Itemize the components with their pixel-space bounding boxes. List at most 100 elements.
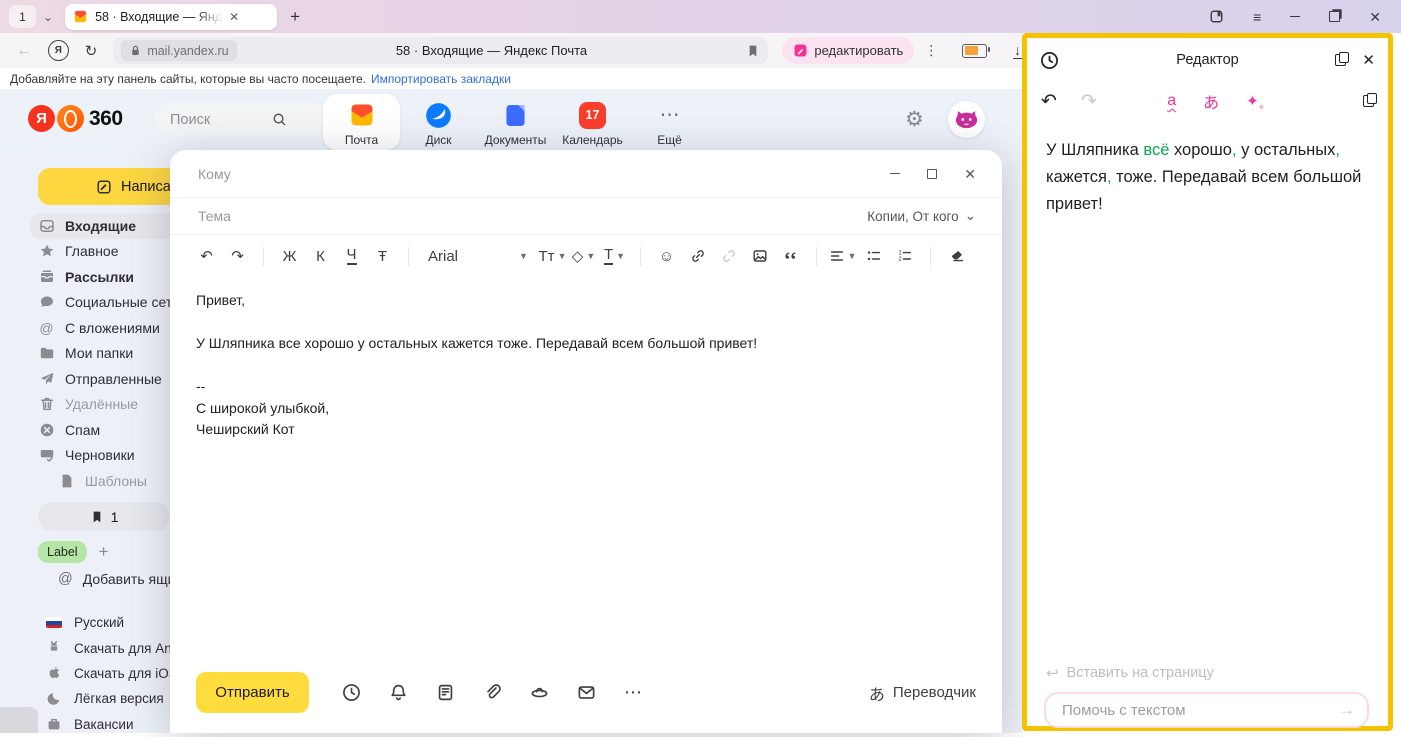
service-item-more[interactable]: ⋯Ещё (631, 94, 708, 150)
service-item-mail[interactable]: Почта (323, 94, 400, 150)
back-button-icon[interactable]: ← (16, 42, 32, 60)
corrected-text[interactable]: У Шляпника всё хорошо, у остальных, каже… (1046, 137, 1371, 218)
add-mailbox-link[interactable]: @ Добавить ящик (58, 571, 182, 587)
search-box[interactable] (155, 102, 329, 137)
page-title: 58 · Входящие — Яндекс Почта (237, 43, 747, 58)
open-in-window-icon[interactable] (1335, 54, 1345, 66)
trash-icon (38, 396, 55, 412)
tab-counter[interactable]: 1 (9, 5, 36, 28)
copy-text-icon[interactable] (1363, 95, 1373, 107)
insert-to-page-button[interactable]: ↩ Вставить на страницу (1046, 664, 1214, 682)
lock-icon (129, 44, 142, 57)
compose-close-icon[interactable]: ✕ (964, 167, 976, 181)
flag-ru-icon (45, 617, 63, 628)
bookmarks-hint: Добавляйте на эту панель сайты, которые … (10, 72, 366, 86)
insert-arrow-icon: ↩ (1046, 664, 1059, 682)
insert-link-button[interactable] (683, 242, 712, 270)
submit-arrow-icon[interactable]: → (1338, 700, 1355, 720)
ai-prompt-input[interactable] (1060, 701, 1338, 720)
compose-expand-icon[interactable] (927, 169, 937, 179)
translate-icon[interactable]: あ (1203, 89, 1219, 113)
clear-formatting-button[interactable] (942, 242, 971, 270)
paperclip-icon (483, 683, 502, 702)
cc-from-toggle[interactable]: Копии, От кого ⌄ (867, 208, 976, 224)
reminder-button[interactable] (389, 683, 408, 702)
service-item-docs[interactable]: Документы (477, 94, 554, 150)
underline-button[interactable]: Ч (337, 242, 366, 270)
strikethrough-button[interactable]: Ŧ (368, 242, 397, 270)
to-field[interactable] (196, 165, 890, 183)
browser-menu-icon[interactable]: ≡ (1253, 10, 1261, 24)
import-bookmarks-link[interactable]: Импортировать закладки (371, 72, 511, 86)
extension-menu-icon[interactable]: ⋮ (924, 42, 938, 59)
italic-button[interactable]: К (306, 242, 335, 270)
more-actions-button[interactable]: ⋯ (624, 683, 642, 703)
new-tab-button[interactable]: + (290, 7, 300, 27)
add-label-icon[interactable]: + (99, 542, 109, 562)
drafts-icon (38, 447, 55, 463)
message-body[interactable]: Привет,У Шляпника все хорошо у остальных… (196, 290, 956, 441)
service-item-disk[interactable]: Диск (400, 94, 477, 150)
spellcheck-icon[interactable]: a (1167, 92, 1176, 110)
window-close-button[interactable]: ✕ (1369, 10, 1381, 24)
translator-button[interactable]: あ Переводчик (869, 681, 976, 705)
yandex-browser-icon[interactable]: Я (48, 40, 69, 61)
bullet-list-button[interactable] (859, 242, 888, 270)
battery-icon[interactable] (962, 44, 987, 58)
font-size-button[interactable]: Tт▼ (538, 242, 567, 270)
redo-button[interactable]: ↷ (223, 242, 252, 270)
compose-minimize-icon[interactable] (890, 173, 900, 174)
tab-list-chevron-icon[interactable]: ⌄ (43, 10, 53, 24)
send-button[interactable]: Отправить (196, 672, 309, 713)
insert-image-button[interactable] (745, 242, 774, 270)
editor-panel: Редактор ✕ ↶ ↷ a あ ✦ У Шляпника всё хоро… (1022, 33, 1393, 731)
edit-page-button[interactable]: редактировать (782, 37, 914, 64)
label-tag[interactable]: Label (38, 541, 87, 563)
highlight-color-button[interactable]: ◇▼ (569, 242, 598, 270)
text-color-button[interactable]: T▼ (600, 242, 629, 270)
service-item-calendar[interactable]: 17Календарь (554, 94, 631, 150)
search-input[interactable] (168, 111, 272, 129)
window-minimize-button[interactable] (1290, 16, 1300, 17)
downloads-icon[interactable]: ↓ (1013, 43, 1022, 59)
align-button[interactable]: ▼ (828, 242, 857, 270)
collapsed-widget[interactable] (0, 707, 38, 733)
chevron-down-icon: ▼ (586, 251, 595, 261)
envelope-icon (577, 683, 596, 702)
saved-bookmarks-pill[interactable]: 1 (38, 502, 170, 531)
subject-field[interactable] (196, 207, 867, 225)
tab-close-icon[interactable]: ✕ (229, 10, 239, 24)
yandex360-logo[interactable]: Я 360 (28, 105, 123, 132)
emoji-button[interactable]: ☺ (652, 242, 681, 270)
undo-icon[interactable]: ↶ (1041, 90, 1057, 113)
tab-panel-icon[interactable] (1209, 9, 1224, 24)
undo-button[interactable]: ↶ (192, 242, 221, 270)
font-family-button[interactable]: Arial▼ (420, 242, 536, 270)
remove-link-button[interactable] (714, 242, 743, 270)
reload-icon[interactable]: ↻ (85, 42, 98, 60)
chevron-down-icon: ▼ (848, 251, 857, 261)
attach-file-button[interactable] (483, 683, 502, 702)
history-clock-icon[interactable] (1040, 51, 1059, 70)
user-avatar[interactable] (948, 101, 985, 138)
numbered-list-button[interactable]: 12 (890, 242, 919, 270)
ai-prompt-box[interactable]: → (1044, 692, 1369, 728)
quote-button[interactable] (776, 242, 805, 270)
attach-from-mail-button[interactable] (577, 683, 596, 702)
browser-tab[interactable]: 58 · Входящие — Яндекс Почта ✕ (65, 4, 277, 30)
attach-from-disk-button[interactable] (530, 683, 549, 702)
chevron-down-icon: ▼ (616, 251, 625, 261)
schedule-send-button[interactable] (342, 683, 361, 702)
window-restore-button[interactable] (1329, 11, 1340, 22)
url-chip[interactable]: mail.yandex.ru (121, 40, 236, 61)
bold-button[interactable]: Ж (275, 242, 304, 270)
yandex360-header: Я 360 ПочтаДискДокументы17Календарь⋯Ещё … (0, 89, 1022, 150)
ai-enhance-icon[interactable]: ✦ (1246, 92, 1259, 110)
bookmarks-bar: Добавляйте на эту панель сайты, которые … (0, 68, 1022, 89)
toolbar-divider (930, 247, 931, 266)
panel-close-icon[interactable]: ✕ (1362, 51, 1375, 69)
bookmark-flag-icon[interactable] (746, 44, 760, 58)
settings-gear-icon[interactable]: ⚙ (905, 107, 924, 132)
address-bar[interactable]: mail.yandex.ru 58 · Входящие — Яндекс По… (113, 37, 768, 64)
notes-button[interactable] (436, 683, 455, 702)
